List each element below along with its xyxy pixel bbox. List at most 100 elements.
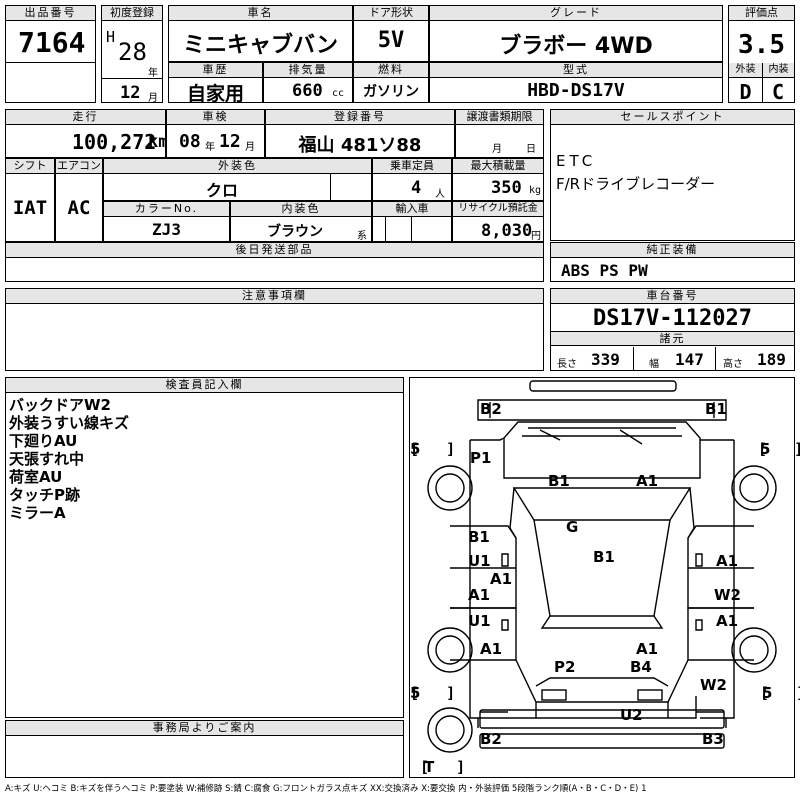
inspection-box: 車検 08 年 12 月 <box>166 109 265 158</box>
first-reg-year: 28 <box>118 38 147 66</box>
damage-mark: A1 <box>636 472 659 490</box>
caution-label: 注意事項欄 <box>6 289 543 304</box>
shift-label: シフト <box>6 159 54 174</box>
interior-color-suffix: 系 <box>357 231 367 242</box>
fuel-box: 燃料 ガソリン <box>353 62 429 103</box>
office-box: 事務局よりご案内 <box>5 720 404 778</box>
damage-mark: P2 <box>554 658 576 676</box>
score-value: 3.5 <box>738 30 785 60</box>
width-label: 幅 <box>649 359 659 370</box>
damage-mark: A1 <box>716 552 739 570</box>
inspection-year: 08 <box>179 131 201 152</box>
inspector-note: ミラーA <box>9 504 66 522</box>
sales-point-line-2: F/Rドライブレコーダー <box>556 175 716 193</box>
score-ext-value: D <box>739 80 752 104</box>
transfer-month-unit: 月 <box>492 144 502 155</box>
registration-label: 登録番号 <box>266 110 454 125</box>
color-no-value: ZJ3 <box>152 220 181 239</box>
chassis-box: 車台番号 DS17V-112027 諸元 長さ 339 幅 147 高さ 189 <box>550 288 795 371</box>
door-label: ドア形状 <box>354 6 428 21</box>
chassis-value: DS17V-112027 <box>593 306 752 331</box>
color-no-label: カラーNo. <box>104 202 229 217</box>
inspector-note: 天張すれ中 <box>9 450 85 468</box>
tire-bracket: [ ] <box>420 758 466 776</box>
damage-mark: B1 <box>705 400 727 418</box>
damage-mark: B4 <box>630 658 652 676</box>
grade-value: ブラボー 4WD <box>499 34 653 59</box>
first-reg-box: 初度登録 H 28 年 12 月 <box>101 5 163 104</box>
mileage-label: 走行 <box>6 110 165 125</box>
inspection-label: 車検 <box>167 110 264 125</box>
model-label: 型式 <box>430 63 722 78</box>
later-parts-box: 後日発送部品 <box>5 242 544 282</box>
history-value: 自家用 <box>186 83 244 105</box>
genuine-label: 純正装備 <box>551 243 794 258</box>
lot-box: 出品番号 7164 <box>5 5 96 103</box>
score-int-value: C <box>771 80 785 104</box>
import-label: 輸入車 <box>373 202 451 217</box>
damage-mark: A1 <box>468 586 491 604</box>
transfer-box: 譲渡書類期限 月 日 <box>455 109 544 158</box>
exterior-color-box: 外装色 クロ <box>103 158 372 201</box>
inspection-year-unit: 年 <box>205 142 215 153</box>
inspector-note: バックドアW2 <box>9 396 111 414</box>
history-label: 車歴 <box>169 63 262 78</box>
first-reg-year-unit: 年 <box>148 68 158 79</box>
inspection-month: 12 <box>219 131 241 152</box>
aircon-value: AC <box>67 197 91 219</box>
score-int-label: 内装 <box>762 63 794 78</box>
sales-points-label: セールスポイント <box>551 110 794 125</box>
damage-mark: B2 <box>480 730 502 748</box>
grade-label: グレード <box>430 6 722 21</box>
lot-number: 7164 <box>18 26 86 59</box>
caution-box: 注意事項欄 <box>5 288 544 371</box>
max-load-unit: kg <box>529 185 542 196</box>
inspector-note: 下廻りAU <box>9 432 78 450</box>
damage-mark: W2 <box>714 586 741 604</box>
door-value: 5V <box>377 28 405 53</box>
inspector-label: 検査員記入欄 <box>6 378 403 393</box>
model-value: HBD-DS17V <box>527 80 625 101</box>
recycle-unit: 円 <box>531 231 541 242</box>
sales-point-line-1: ETC <box>556 152 597 170</box>
damage-mark: U2 <box>620 706 643 724</box>
displacement-label: 排気量 <box>264 63 352 78</box>
dimensions-label: 諸元 <box>551 331 794 346</box>
aircon-label: エアコン <box>56 159 102 174</box>
damage-mark: W2 <box>700 676 727 694</box>
lot-label: 出品番号 <box>6 6 95 21</box>
damage-mark: A1 <box>636 640 659 658</box>
recycle-box: リサイクル預託金 8,030 円 <box>452 201 544 242</box>
capacity-box: 乗車定員 4 人 <box>372 158 452 201</box>
aircon-box: エアコン AC <box>55 158 103 242</box>
history-box: 車歴 自家用 <box>168 62 263 105</box>
tire-bracket: [ ] <box>758 440 800 458</box>
mileage-value: 100,272 <box>72 130 157 154</box>
transfer-label: 譲渡書類期限 <box>456 110 543 125</box>
tire-bracket: [ ] <box>410 440 456 458</box>
damage-diagram: 5 5 5 5 T [ ] [ ] [ ] [ ] [ ] B2 B1 P1 B… <box>409 377 800 778</box>
damage-mark: U1 <box>468 552 491 570</box>
displacement-unit: cc <box>332 88 345 99</box>
tire-bracket: [ ] <box>760 684 800 702</box>
tire-bracket: [ ] <box>410 684 456 702</box>
recycle-label: リサイクル預託金 <box>453 202 543 217</box>
damage-mark: A1 <box>716 612 739 630</box>
genuine-box: 純正装備 ABS PS PW <box>550 242 795 282</box>
displacement-box: 排気量 660 cc <box>263 62 353 103</box>
interior-color-value: ブラウン <box>267 224 323 240</box>
damage-mark: B1 <box>548 472 570 490</box>
height-value: 189 <box>757 350 786 369</box>
first-reg-month: 12 <box>120 83 141 103</box>
office-label: 事務局よりご案内 <box>6 721 403 736</box>
shift-value: IAT <box>12 197 48 219</box>
car-name-box: 車名 ミニキャブバン <box>168 5 353 62</box>
capacity-value: 4 <box>411 178 422 198</box>
car-name-value: ミニキャブバン <box>182 33 339 58</box>
displacement-value: 660 <box>292 81 323 101</box>
exterior-color-label: 外装色 <box>104 159 371 174</box>
damage-mark: B1 <box>593 548 615 566</box>
recycle-value: 8,030 <box>481 221 533 241</box>
grade-box: グレード ブラボー 4WD <box>429 5 723 62</box>
sales-points-box: セールスポイント ETC F/Rドライブレコーダー <box>550 109 795 241</box>
